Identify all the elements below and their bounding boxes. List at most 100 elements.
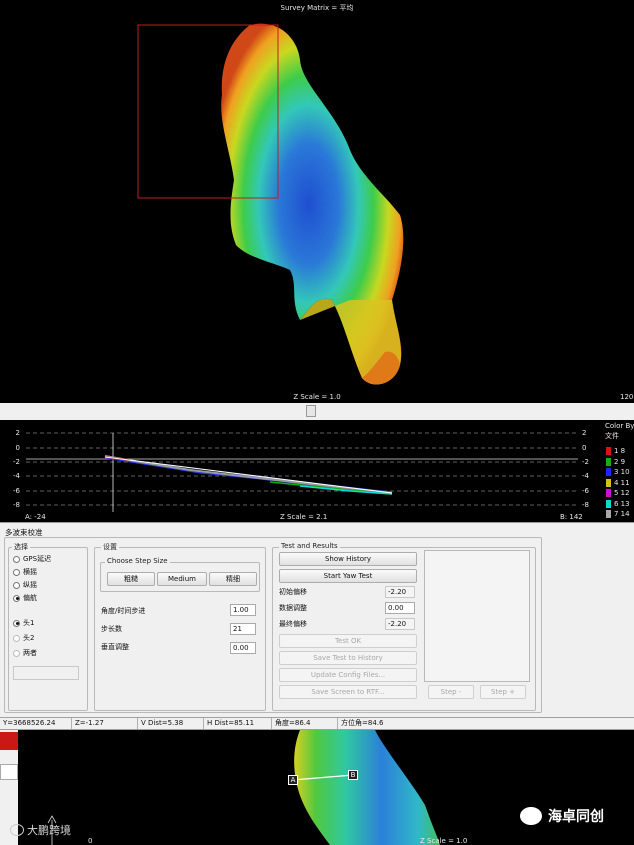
watermark-left-text: 大鹏跨境 [27,824,71,837]
profile-z-scale: Z Scale = 2.1 [280,513,328,521]
results-group: Test and Results Show History Start Yaw … [272,542,536,711]
y-tick-right: -8 [582,501,589,509]
mode-radio-option[interactable]: 偏航 [13,593,37,603]
legend-item: 5 12 [606,489,630,497]
start-yaw-test-button[interactable]: Start Yaw Test [279,569,417,583]
mode-radio-option[interactable]: GPS延迟 [13,554,51,564]
step-count-input[interactable]: 21 [230,623,256,635]
mode-radio-option[interactable]: 纵摇 [13,580,37,590]
status-y: Y=3668526.24 [0,718,72,729]
status-angle: 角度=86.4 [272,718,338,729]
legend-swatch [606,468,611,476]
splitter-handle[interactable] [306,405,316,417]
legend-label: 6 13 [614,499,630,508]
save-test-history-button[interactable]: Save Test to History [279,651,417,665]
radio-dot[interactable] [13,568,20,576]
status-azimuth: 方位角=84.6 [341,719,384,727]
head-radio-option[interactable]: 两者 [13,648,37,658]
y-tick-right: -4 [582,472,589,480]
head-radio-option[interactable]: 头2 [13,633,34,643]
detail-view[interactable]: A B Z Scale = 1.0 0 大鹏跨境 海卓同创 [0,730,634,845]
profile-view[interactable]: 2 0 -2 -4 -6 -8 2 0 -2 -4 -6 -8 A: -24 B: 142 Z Sca… [0,420,634,522]
radio-dot[interactable] [13,619,20,627]
legend-item: 4 11 [606,478,630,487]
detail-surface [294,730,440,845]
step-coarse-button[interactable]: 粗糙 [107,572,155,586]
y-tick-right: -2 [582,458,589,466]
profile-plot[interactable] [0,420,600,522]
view-splitter[interactable] [0,403,634,420]
update-config-button[interactable]: Update Config Files... [279,668,417,682]
y-tick-left: -8 [13,501,20,509]
y-tick-left: -2 [13,458,20,466]
calibration-panel: 多波束校准 选择 GPS延迟 横摇 纵摇 偏航 头1 头2 两者 设置 Choose St… [0,522,634,717]
step-fine-button[interactable]: 精细 [209,572,257,586]
vertical-adjust-label: 垂直调整 [101,643,129,651]
radio-label: 头1 [23,619,35,627]
radio-label: 偏航 [23,594,37,602]
plan-view[interactable]: Survey Matrix = 平均 Z Scale = 1.0 120 [0,0,634,403]
step-medium-button[interactable]: Medium [157,572,207,586]
y-tick-left: 2 [15,429,20,437]
results-group-title: Test and Results [279,542,340,550]
radio-dot[interactable] [13,555,20,563]
radio-dot[interactable] [13,581,20,589]
final-offset-label: 最终偏移 [279,620,307,628]
radio-label: GPS延迟 [23,555,52,563]
step-minus-button[interactable]: Step - [428,685,474,699]
y-tick-right: -6 [582,487,589,495]
profile-gridlines [26,432,578,506]
settings-group-title: 设置 [101,542,119,552]
detail-axis-zero: 0 [88,837,93,845]
results-preview-box [424,550,530,682]
final-offset-value: -2.20 [385,618,415,630]
legend-item: 1 8 [606,447,625,455]
detail-z-scale: Z Scale = 1.0 [420,837,468,845]
show-history-button[interactable]: Show History [279,552,417,566]
y-tick-left: 0 [15,444,20,452]
step-count-label: 步长数 [101,625,122,633]
initial-offset-label: 初始偏移 [279,588,307,596]
watermark-right-text: 海卓同创 [548,809,604,825]
legend-swatch [606,499,611,508]
wechat-icon [10,824,24,836]
test-ok-button[interactable]: Test OK [279,634,417,648]
legend-item: 7 14 [606,510,630,518]
y-tick-right: 2 [582,429,587,437]
radio-dot[interactable] [13,594,20,602]
bathymetry-map[interactable] [0,0,634,403]
select-group-title: 选择 [12,542,30,552]
vertical-adjust-input[interactable]: 0.00 [230,642,256,654]
detail-map[interactable] [0,730,634,845]
radio-label: 两者 [23,649,37,657]
angle-step-input[interactable]: 1.00 [230,604,256,616]
legend-title: Color By [605,422,634,430]
point-a-marker[interactable]: A [288,775,298,785]
status-z: Z=-1.27 [72,718,138,729]
head-radio-option[interactable]: 头1 [13,618,34,628]
legend-label: 4 11 [614,478,630,487]
radio-label: 头2 [23,634,35,642]
watermark-left: 大鹏跨境 [10,822,71,838]
survey-surface [221,23,404,385]
mode-radio-option[interactable]: 横摇 [13,567,37,577]
legend-item: 2 9 [606,457,626,466]
watermark-right: 海卓同创 [520,806,604,826]
z-scale-label: Z Scale = 1.0 [293,393,341,401]
point-a-label: A: -24 [25,513,46,521]
data-adjust-input[interactable]: 0.00 [385,602,415,614]
radio-dot[interactable] [13,649,20,657]
settings-group: 设置 Choose Step Size 粗糙 Medium 精细 角度/时间步进… [94,542,266,711]
point-b-marker[interactable]: B [348,770,358,780]
step-size-title: Choose Step Size [105,557,170,565]
step-plus-button[interactable]: Step + [480,685,526,699]
legend-label: 3 10 [614,468,630,476]
legend-label: 7 14 [614,510,630,518]
point-b-label: B: 142 [560,513,583,521]
y-tick-left: -6 [13,487,20,495]
save-screen-rtf-button[interactable]: Save Screen to RTF... [279,685,417,699]
legend-label: 2 9 [614,457,626,466]
select-group: 选择 GPS延迟横摇纵摇偏航 头1 头2 两者 [8,542,88,711]
radio-dot[interactable] [13,634,20,642]
legend-swatch [606,478,611,487]
